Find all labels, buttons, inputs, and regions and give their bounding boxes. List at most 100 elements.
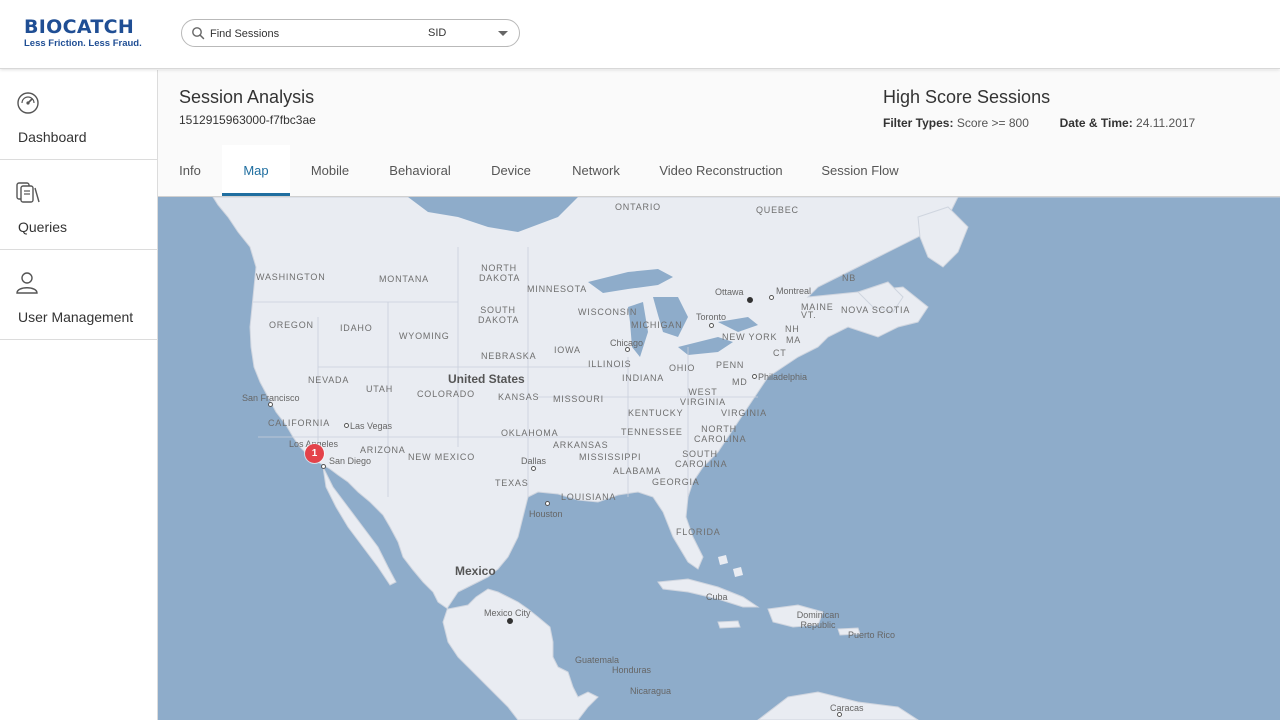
search-input[interactable] (210, 24, 410, 43)
map-label-region: NEVADA (308, 375, 350, 385)
map-label-region: COLORADO (417, 389, 475, 399)
map-label-region: MONTANA (379, 274, 429, 284)
map-label-region: VIRGINIA (721, 408, 767, 418)
map-label-region: IDAHO (340, 323, 373, 333)
map-label-region: ONTARIO (615, 202, 661, 212)
city-dot (709, 323, 714, 328)
map-label-region: VT. (801, 310, 817, 320)
map-label-city: Mexico City (484, 608, 531, 618)
logo-tagline: Less Friction. Less Fraud. (24, 38, 142, 49)
tab-network[interactable]: Network (552, 145, 640, 196)
map-label-region: ARIZONA (360, 445, 406, 455)
map-label-region: MISSISSIPPI (579, 452, 642, 462)
biocatch-logo[interactable]: BIOCATCH Less Friction. Less Fraud. (24, 17, 142, 49)
map-label-region: MICHIGAN (631, 320, 683, 330)
speedometer-icon (17, 92, 39, 114)
tab-behavioral[interactable]: Behavioral (370, 145, 470, 196)
page-header: Session Analysis 1512915963000-f7fbc3ae … (158, 70, 1280, 145)
map-label-region: MA (786, 335, 802, 345)
sidebar-item-dashboard[interactable]: Dashboard (0, 70, 157, 160)
sidebar-item-label: Dashboard (18, 129, 87, 145)
map-label-region: NEW MEXICO (408, 452, 476, 462)
map-label-region: OREGON (269, 320, 314, 330)
map-label-city: Guatemala (575, 655, 620, 665)
city-dot (321, 464, 326, 469)
tab-device[interactable]: Device (470, 145, 552, 196)
map-label-region: NOVA SCOTIA (841, 305, 911, 315)
tab-info[interactable]: Info (158, 145, 222, 196)
map-label-region: IOWA (554, 345, 581, 355)
city-dot (531, 466, 536, 471)
map-label-region: TENNESSEE (621, 427, 683, 437)
map-label-region: NORTH CAROLINA (694, 424, 747, 444)
map-label-region: FLORIDA (676, 527, 721, 537)
search-icon (192, 27, 205, 40)
city-dot (752, 374, 757, 379)
map-label-city: Toronto (696, 312, 727, 322)
map-label-country: United States (448, 372, 525, 386)
session-location-marker[interactable]: 1 (305, 444, 324, 463)
map-label-region: NH (785, 324, 800, 334)
map-label-region: NB (842, 273, 857, 283)
map-label-region: WEST VIRGINIA (680, 387, 726, 407)
city-dot (625, 347, 630, 352)
map-label-region: MD (732, 377, 748, 387)
page-title: Session Analysis (179, 87, 315, 107)
map-label-region: MISSOURI (553, 394, 604, 404)
tab-video-reconstruction[interactable]: Video Reconstruction (640, 145, 802, 196)
sidebar-item-label: User Management (18, 309, 134, 325)
chevron-down-icon[interactable] (498, 31, 508, 36)
map-label-region: QUEBEC (756, 205, 799, 215)
map-label-region: CT (773, 348, 787, 358)
queries-icon (16, 182, 40, 203)
map-label-city: San Diego (329, 456, 372, 466)
session-id: 1512915963000-f7fbc3ae (179, 113, 316, 127)
map-label-region: KENTUCKY (628, 408, 684, 418)
map-label-city: Caracas (830, 703, 864, 713)
map-label-region: WYOMING (399, 331, 450, 341)
map-label-region: WISCONSIN (578, 307, 638, 317)
city-dot (545, 501, 550, 506)
high-score-title: High Score Sessions (883, 87, 1051, 107)
map-label-country: Mexico (455, 564, 496, 578)
date-time-label: Date & Time: (1059, 116, 1133, 130)
search-type-select[interactable]: SID (428, 27, 446, 39)
map-label-city: Nicaragua (630, 686, 672, 696)
filter-types-label: Filter Types: (883, 116, 954, 130)
map-label-region: NEBRASKA (481, 351, 537, 361)
city-dot (747, 297, 753, 303)
city-dot (837, 712, 842, 717)
map-label-region: CALIFORNIA (268, 418, 331, 428)
map-label-region: GEORGIA (652, 477, 700, 487)
map-label-region: UTAH (366, 384, 394, 394)
logo-name: BIOCATCH (24, 16, 135, 38)
map-label-region: PENN (716, 360, 745, 370)
map-label-city: Las Vegas (350, 421, 393, 431)
map-label-region: SOUTH CAROLINA (675, 449, 728, 469)
filter-types-value: Score >= 800 (956, 116, 1029, 130)
high-score-filters: Filter Types: Score >= 800 Date & Time: … (883, 116, 1195, 130)
map-label-region: NEW YORK (722, 332, 778, 342)
map-label-city: Montreal (776, 286, 812, 296)
map-label-region: WASHINGTON (256, 272, 326, 282)
tab-session-flow[interactable]: Session Flow (802, 145, 918, 196)
map-label-region: KANSAS (498, 392, 540, 402)
city-dot (344, 423, 349, 428)
map-label-region: LOUISIANA (561, 492, 617, 502)
map-label-region: OKLAHOMA (501, 428, 559, 438)
sidebar: Dashboard Queries User Management (0, 70, 158, 720)
sidebar-item-user-management[interactable]: User Management (0, 250, 157, 340)
user-icon (16, 272, 38, 294)
sidebar-item-queries[interactable]: Queries (0, 160, 157, 250)
top-bar: BIOCATCH Less Friction. Less Fraud. SID (0, 0, 1280, 69)
sidebar-item-label: Queries (18, 219, 68, 235)
session-map[interactable]: ONTARIO QUEBEC WASHINGTON MONTANA NORTH … (158, 197, 1280, 720)
map-label-region: MINNESOTA (527, 284, 588, 294)
tab-map[interactable]: Map (222, 145, 290, 196)
map-label-region: ILLINOIS (588, 359, 632, 369)
tab-mobile[interactable]: Mobile (290, 145, 370, 196)
map-label-city: Philadelphia (758, 372, 808, 382)
map-label-region: ALABAMA (613, 466, 662, 476)
map-label-city: Ottawa (715, 287, 744, 297)
map-label-city: Puerto Rico (848, 630, 896, 640)
